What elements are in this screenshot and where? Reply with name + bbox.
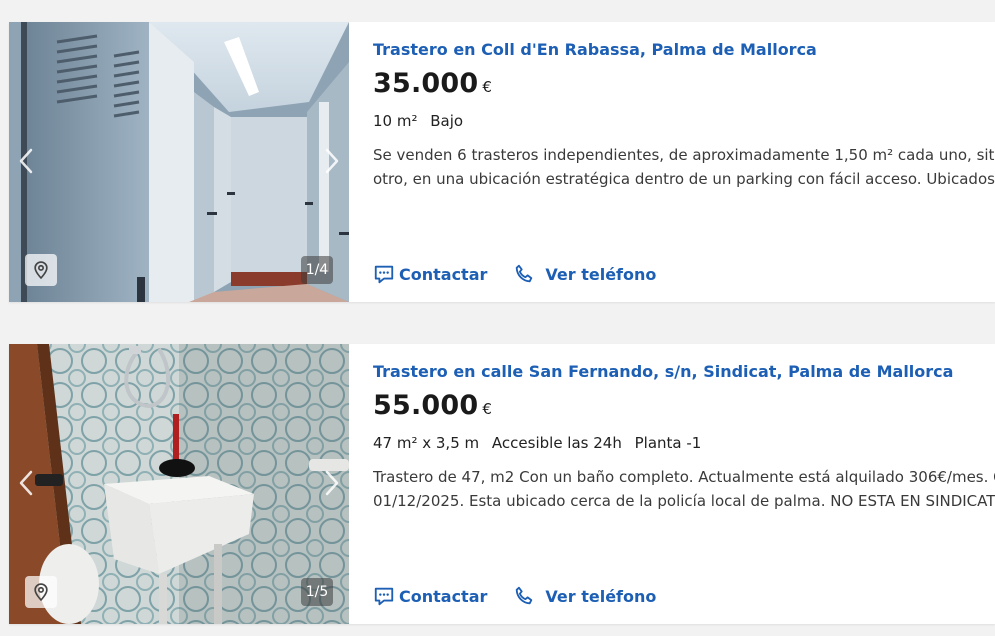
chat-icon (374, 587, 394, 606)
map-pin-icon (34, 261, 48, 280)
description-line: 01/12/2025. Esta ubicado cerca de la pol… (373, 492, 995, 510)
show-on-map-button[interactable] (25, 254, 57, 286)
listing-card[interactable]: 1/5 Trastero en calle San Fernando, s/n,… (9, 344, 995, 624)
view-phone-button[interactable]: Ver teléfono (513, 585, 656, 607)
next-photo-button[interactable] (321, 468, 343, 498)
price-currency: € (482, 400, 492, 418)
chevron-right-icon (325, 148, 339, 174)
chevron-right-icon (325, 470, 339, 496)
chat-icon (374, 265, 394, 284)
photo-counter: 1/4 (301, 256, 333, 284)
listing-actions: Contactar Ver teléfono (373, 262, 656, 286)
listing-details: 10 m² Bajo (373, 112, 471, 130)
listing-description[interactable]: Se venden 6 trasteros independientes, de… (373, 143, 995, 191)
contact-label: Contactar (399, 264, 488, 284)
listing-card[interactable]: 1/4 Trastero en Coll d'En Rabassa, Palma… (9, 22, 995, 302)
phone-label: Ver teléfono (545, 586, 657, 606)
detail-floor: Bajo (430, 112, 464, 130)
description-line: otro, en una ubicación estratégica dentr… (373, 170, 995, 188)
previous-photo-button[interactable] (15, 146, 37, 176)
listing-title-link[interactable]: Trastero en Coll d'En Rabassa, Palma de … (373, 40, 817, 59)
listing-photo[interactable]: 1/4 (9, 22, 349, 302)
phone-label: Ver teléfono (545, 264, 657, 284)
price-amount: 35.000 (373, 68, 479, 99)
listing-info: Trastero en calle San Fernando, s/n, Sin… (373, 344, 995, 624)
show-on-map-button[interactable] (25, 576, 57, 608)
listing-price: 55.000 € (373, 390, 492, 421)
map-pin-icon (34, 583, 48, 602)
listing-photo[interactable]: 1/5 (9, 344, 349, 624)
price-amount: 55.000 (373, 390, 479, 421)
contact-label: Contactar (399, 586, 488, 606)
detail-access: Accesible las 24h (491, 434, 622, 452)
description-line: Trastero de 47, m2 Con un baño completo.… (373, 468, 995, 486)
chevron-left-icon (19, 148, 33, 174)
bathroom-photo (9, 344, 349, 624)
contact-button[interactable]: Contactar (373, 585, 487, 607)
listing-title-link[interactable]: Trastero en calle San Fernando, s/n, Sin… (373, 362, 953, 381)
contact-button[interactable]: Contactar (373, 263, 487, 285)
photo-counter: 1/5 (301, 578, 333, 606)
storage-corridor-photo (9, 22, 349, 302)
view-phone-button[interactable]: Ver teléfono (513, 263, 656, 285)
chevron-left-icon (19, 470, 33, 496)
listing-info: Trastero en Coll d'En Rabassa, Palma de … (373, 22, 995, 302)
phone-icon (516, 264, 533, 283)
previous-photo-button[interactable] (15, 468, 37, 498)
price-currency: € (482, 78, 492, 96)
listing-actions: Contactar Ver teléfono (373, 584, 656, 608)
listing-details: 47 m² x 3,5 m Accesible las 24h Planta -… (373, 434, 709, 452)
phone-icon (516, 586, 533, 605)
listing-description[interactable]: Trastero de 47, m2 Con un baño completo.… (373, 465, 995, 513)
next-photo-button[interactable] (321, 146, 343, 176)
listing-price: 35.000 € (373, 68, 492, 99)
detail-size: 10 m² (373, 112, 418, 130)
detail-floor: Planta -1 (634, 434, 702, 452)
description-line: Se venden 6 trasteros independientes, de… (373, 146, 995, 164)
detail-size: 47 m² x 3,5 m (373, 434, 480, 452)
